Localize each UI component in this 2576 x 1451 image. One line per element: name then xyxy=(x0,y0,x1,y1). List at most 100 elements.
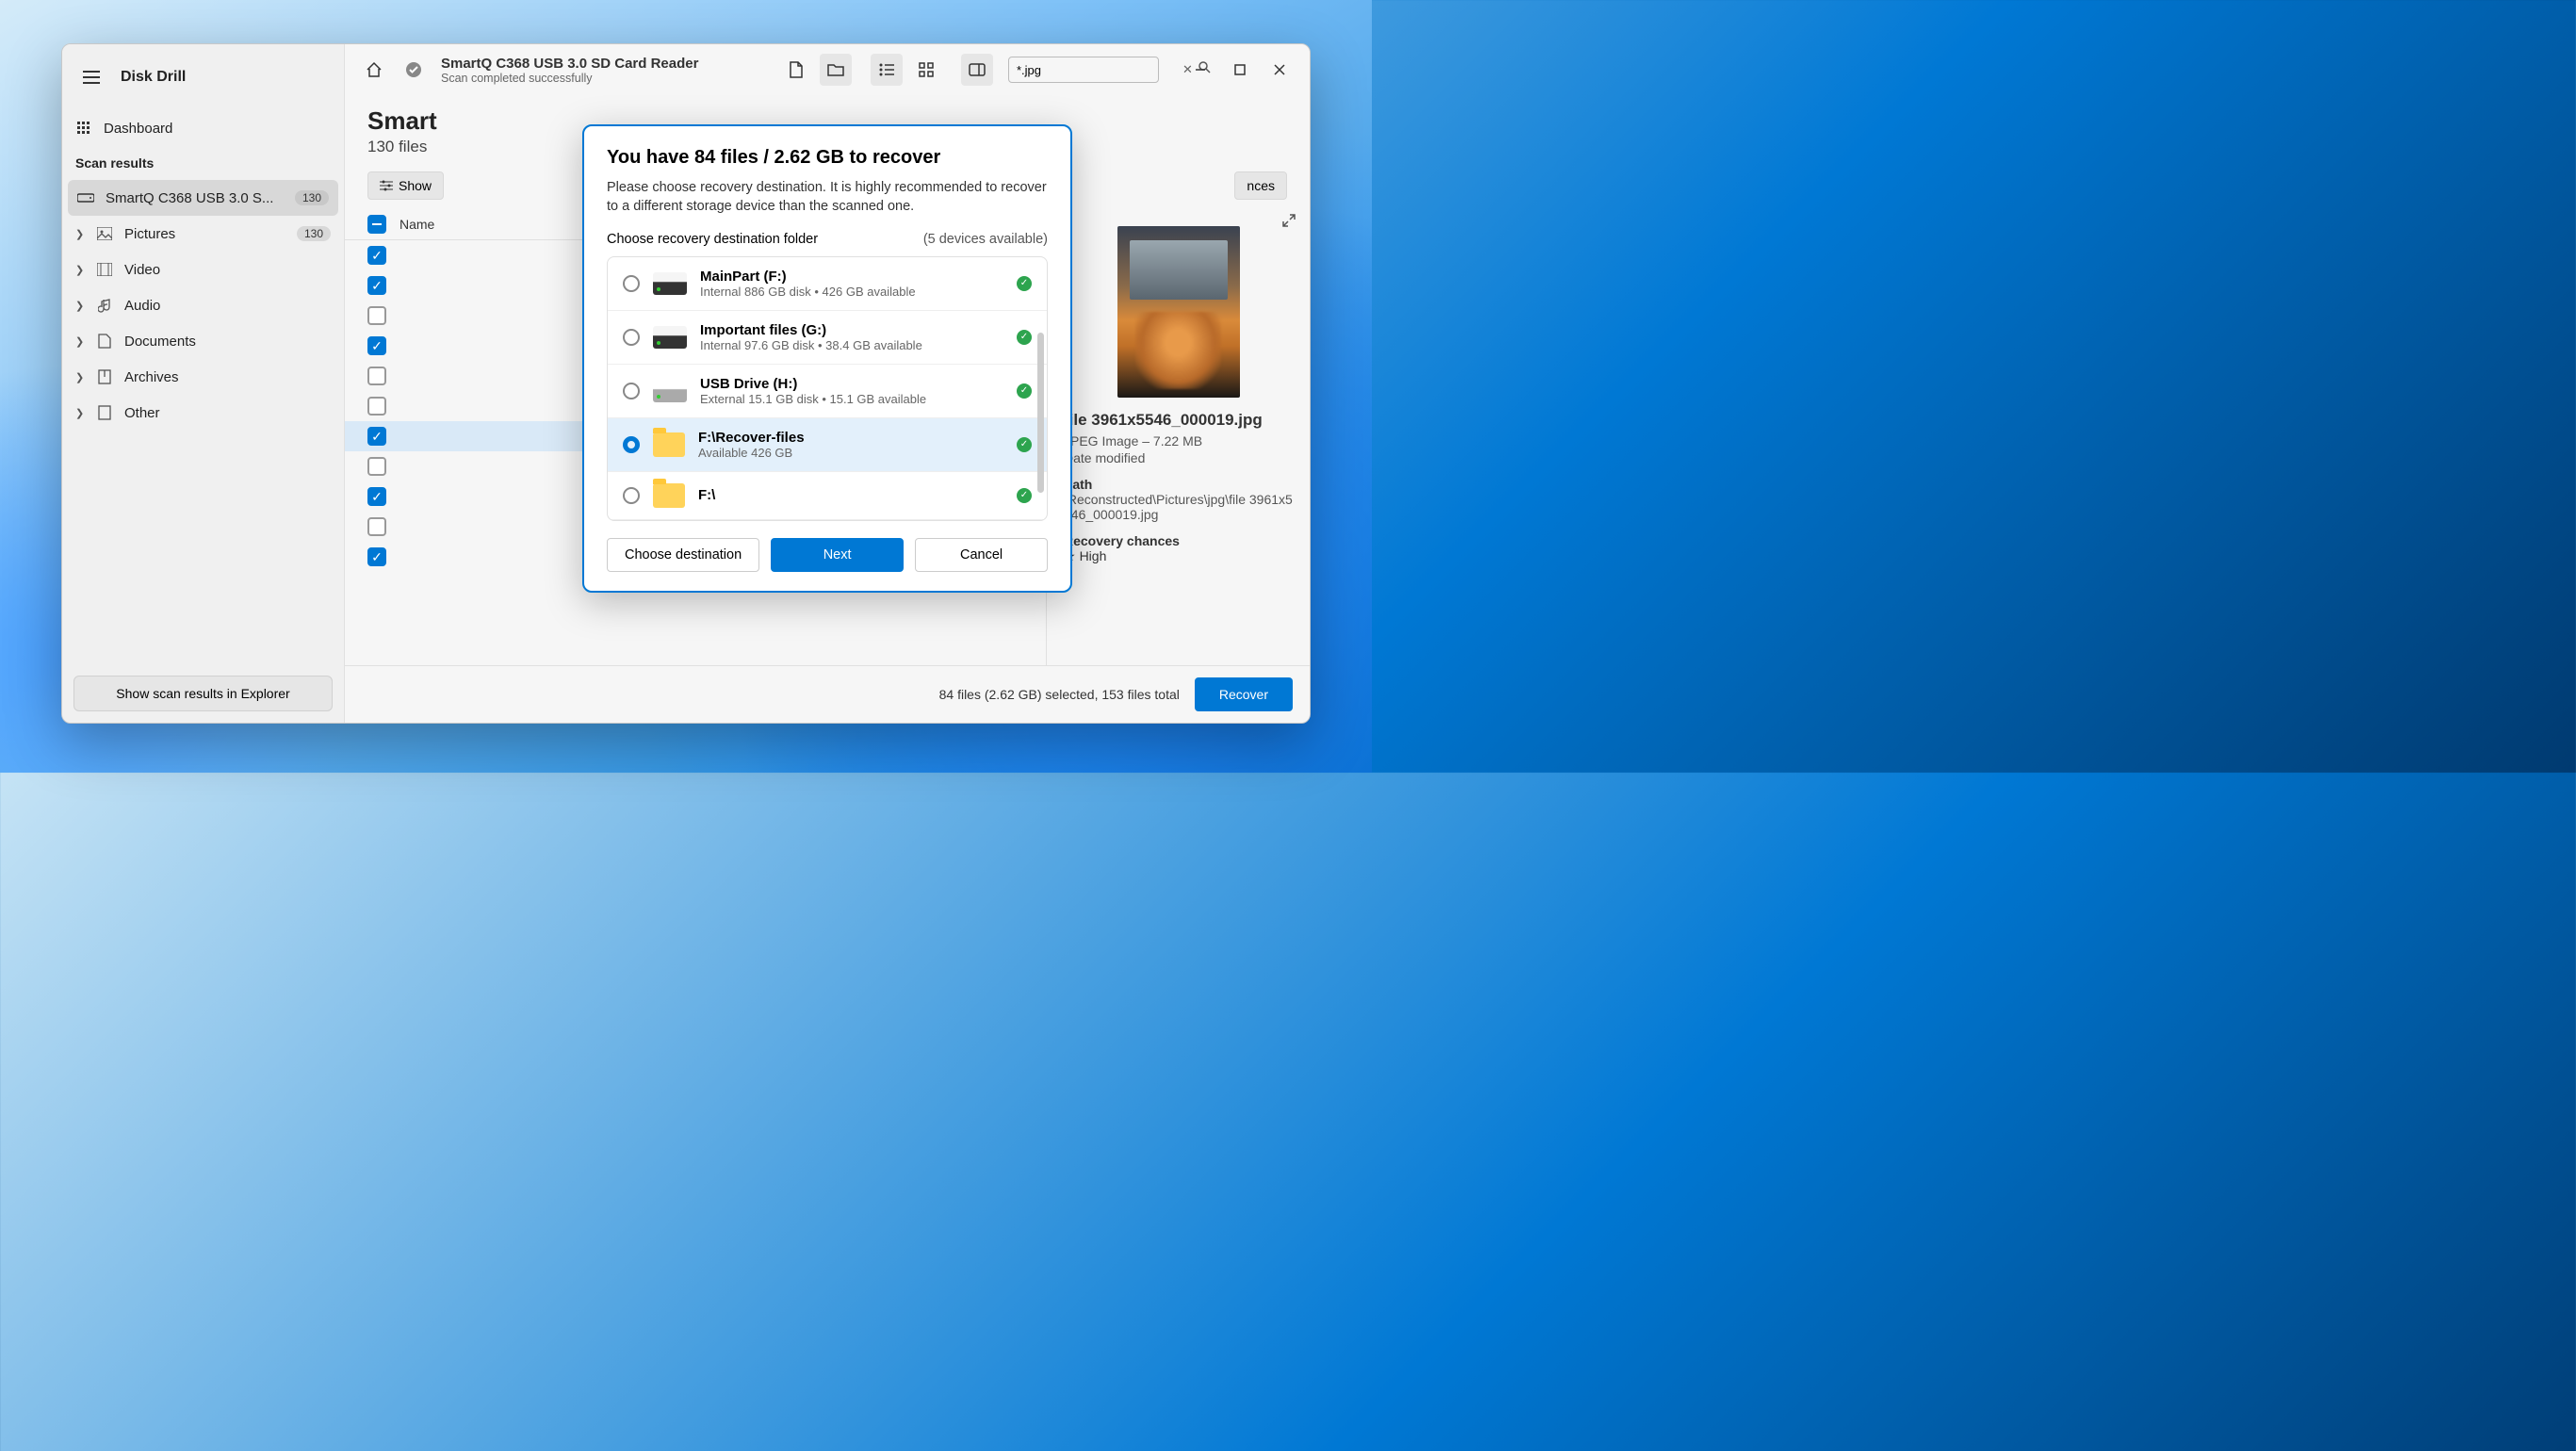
maximize-button[interactable] xyxy=(1223,57,1257,83)
row-checkbox[interactable]: ✓ xyxy=(367,547,386,566)
destination-item[interactable]: Important files (G:)Internal 97.6 GB dis… xyxy=(608,311,1047,365)
select-all-checkbox[interactable] xyxy=(367,215,386,234)
destination-scrollbar[interactable] xyxy=(1037,333,1044,493)
row-checkbox[interactable] xyxy=(367,517,386,536)
sidebar-item-other[interactable]: ❯ Other xyxy=(62,395,344,431)
home-icon[interactable] xyxy=(358,54,390,86)
sidebar-item-label: Other xyxy=(124,405,160,421)
destination-sub: Internal 886 GB disk • 426 GB available xyxy=(700,285,1003,299)
recovery-chances-button[interactable]: nces xyxy=(1234,171,1287,200)
sidebar-item-audio[interactable]: ❯Audio xyxy=(62,287,344,323)
next-button[interactable]: Next xyxy=(771,538,904,572)
row-checkbox[interactable]: ✓ xyxy=(367,336,386,355)
window-controls xyxy=(1183,57,1296,83)
destination-radio[interactable] xyxy=(623,275,640,292)
recovery-destination-modal: You have 84 files / 2.62 GB to recover P… xyxy=(582,124,1072,593)
app-title: Disk Drill xyxy=(121,69,186,86)
selection-status: 84 files (2.62 GB) selected, 153 files t… xyxy=(939,687,1180,702)
folder-icon[interactable] xyxy=(820,54,852,86)
sidebar-item-label: Documents xyxy=(124,334,196,350)
sidebar-item-label: Video xyxy=(124,262,160,278)
status-ok-icon: ✓ xyxy=(1017,437,1032,452)
app-window: Disk Drill Dashboard Scan results SmartQ… xyxy=(61,43,1311,724)
status-ok-icon: ✓ xyxy=(1017,488,1032,503)
sidebar-item-label: SmartQ C368 USB 3.0 S... xyxy=(106,190,273,206)
status-ok-icon: ✓ xyxy=(1017,383,1032,399)
sidebar-item-dashboard[interactable]: Dashboard xyxy=(62,110,344,146)
sidebar-item-video[interactable]: ❯ Video xyxy=(62,252,344,287)
expand-icon[interactable] xyxy=(1281,213,1296,231)
minimize-button[interactable] xyxy=(1183,57,1217,83)
destination-sub: Internal 97.6 GB disk • 38.4 GB availabl… xyxy=(700,338,1003,352)
preview-path-value: \Reconstructed\Pictures\jpg\file 3961x55… xyxy=(1064,492,1293,522)
choose-destination-button[interactable]: Choose destination xyxy=(607,538,759,572)
row-checkbox[interactable]: ✓ xyxy=(367,427,386,446)
destination-item[interactable]: F:\✓ xyxy=(608,472,1047,520)
file-icon[interactable] xyxy=(780,54,812,86)
destination-sub: External 15.1 GB disk • 15.1 GB availabl… xyxy=(700,392,1003,406)
destination-name: MainPart (F:) xyxy=(700,269,1003,285)
sidebar-item-archives[interactable]: ❯Archives xyxy=(62,359,344,395)
grid-view-icon[interactable] xyxy=(910,54,942,86)
destination-radio[interactable] xyxy=(623,329,640,346)
destination-radio[interactable] xyxy=(623,487,640,504)
video-icon xyxy=(96,261,113,278)
main-panel: SmartQ C368 USB 3.0 SD Card Reader Scan … xyxy=(345,44,1310,723)
close-button[interactable] xyxy=(1263,57,1296,83)
sidebar-item-label: Archives xyxy=(124,369,179,385)
document-icon xyxy=(96,333,113,350)
status-ok-icon: ✓ xyxy=(1017,330,1032,345)
chevron-right-icon: ❯ xyxy=(75,335,85,348)
titlebar-subtitle: Scan completed successfully xyxy=(441,72,698,85)
cancel-button[interactable]: Cancel xyxy=(915,538,1048,572)
destination-item[interactable]: MainPart (F:)Internal 886 GB disk • 426 … xyxy=(608,257,1047,311)
preview-chances-value: ★High xyxy=(1064,548,1293,564)
search-input[interactable] xyxy=(1017,63,1182,77)
preview-date-label: Date modified xyxy=(1064,450,1293,465)
preview-panel: file 3961x5546_000019.jpg JPEG Image – 7… xyxy=(1046,204,1310,665)
destination-name: Important files (G:) xyxy=(700,322,1003,338)
footer-bar: 84 files (2.62 GB) selected, 153 files t… xyxy=(345,665,1310,723)
row-checkbox[interactable] xyxy=(367,367,386,385)
chevron-right-icon: ❯ xyxy=(75,228,85,240)
drive-icon xyxy=(653,272,687,295)
other-icon xyxy=(96,404,113,421)
show-filter-button[interactable]: Show xyxy=(367,171,444,200)
modal-description: Please choose recovery destination. It i… xyxy=(607,178,1048,217)
destination-item[interactable]: USB Drive (H:)External 15.1 GB disk • 15… xyxy=(608,365,1047,418)
titlebar-info: SmartQ C368 USB 3.0 SD Card Reader Scan … xyxy=(441,56,698,85)
destination-radio[interactable] xyxy=(623,383,640,399)
row-checkbox[interactable]: ✓ xyxy=(367,487,386,506)
sidebar-item-label: Audio xyxy=(124,298,160,314)
row-checkbox[interactable] xyxy=(367,397,386,416)
archive-icon xyxy=(96,368,113,385)
row-checkbox[interactable] xyxy=(367,457,386,476)
sidebar-item-device[interactable]: SmartQ C368 USB 3.0 S... 130 xyxy=(68,180,338,216)
preview-path-label: Path xyxy=(1064,477,1293,492)
chevron-right-icon: ❯ xyxy=(75,407,85,419)
drive-icon xyxy=(77,189,94,206)
sidebar-section-scan-results: Scan results xyxy=(62,146,344,180)
titlebar: SmartQ C368 USB 3.0 SD Card Reader Scan … xyxy=(345,44,1310,95)
destination-label: Choose recovery destination folder xyxy=(607,232,818,247)
modal-title: You have 84 files / 2.62 GB to recover xyxy=(607,147,1048,169)
row-checkbox[interactable]: ✓ xyxy=(367,246,386,265)
recover-button[interactable]: Recover xyxy=(1195,677,1293,711)
destination-item[interactable]: F:\Recover-filesAvailable 426 GB✓ xyxy=(608,418,1047,472)
panel-toggle-icon[interactable] xyxy=(961,54,993,86)
chevron-right-icon: ❯ xyxy=(75,264,85,276)
count-badge: 130 xyxy=(297,226,331,241)
search-box[interactable]: ✕ xyxy=(1008,57,1159,83)
sidebar-item-documents[interactable]: ❯ Documents xyxy=(62,323,344,359)
row-checkbox[interactable]: ✓ xyxy=(367,276,386,295)
hamburger-icon[interactable] xyxy=(75,61,107,93)
modal-actions: Choose destination Next Cancel xyxy=(607,538,1048,572)
drive-icon xyxy=(653,380,687,402)
list-view-icon[interactable] xyxy=(871,54,903,86)
sidebar: Disk Drill Dashboard Scan results SmartQ… xyxy=(62,44,345,723)
filter-label: Show xyxy=(399,178,432,193)
show-in-explorer-button[interactable]: Show scan results in Explorer xyxy=(73,676,333,711)
sidebar-item-pictures[interactable]: ❯Pictures130 xyxy=(62,216,344,252)
row-checkbox[interactable] xyxy=(367,306,386,325)
destination-radio[interactable] xyxy=(623,436,640,453)
